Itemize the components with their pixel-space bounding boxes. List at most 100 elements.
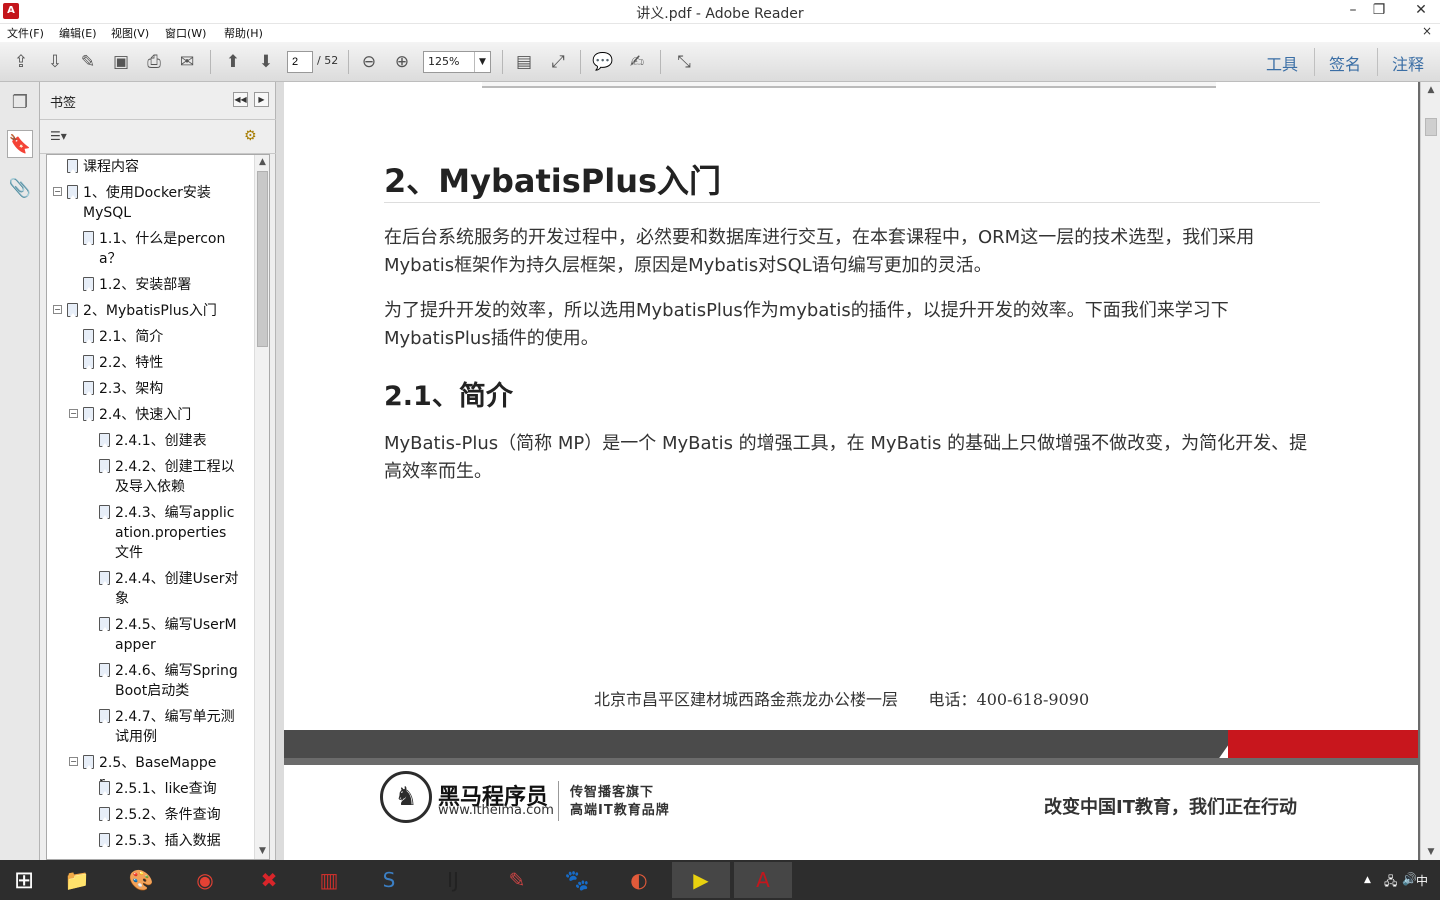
bookmark-item[interactable]: 1.2、安装部署 (69, 275, 247, 295)
sublime-icon[interactable]: S (360, 862, 418, 898)
zoom-out-icon[interactable]: ⊖ (356, 50, 382, 74)
bookmark-item[interactable]: 课程内容 (53, 157, 247, 177)
bookmark-label: 2.4.2、创建工程以及导入依赖 (115, 459, 235, 495)
bookmark-item[interactable]: 2.5.1、like查询 (85, 779, 247, 799)
bookmark-item[interactable]: 2.4.4、创建User对象 (85, 569, 247, 609)
fit-width-icon[interactable]: ⤢ (545, 50, 571, 74)
bookmark-item[interactable]: 2.4.7、编写单元测试用例 (85, 707, 247, 747)
page-down-icon[interactable]: ⬇ (253, 50, 279, 74)
menu-window[interactable]: 窗口(W) (165, 25, 206, 41)
bookmark-item[interactable]: 2.2、特性 (69, 353, 247, 373)
close-button[interactable]: ✕ (1402, 0, 1440, 22)
scroll-up-icon[interactable]: ▲ (255, 155, 269, 170)
swirl-app-icon[interactable]: ◐ (610, 862, 668, 898)
bookmark-item[interactable]: 2.4.6、编写SpringBoot启动类 (85, 661, 247, 701)
bookmark-settings-icon[interactable]: ⚙ (244, 128, 257, 144)
chrome-icon[interactable]: ◉ (176, 862, 234, 898)
bookmark-item[interactable]: 2.1、简介 (69, 327, 247, 347)
ime-indicator[interactable]: 中 (1416, 872, 1428, 889)
collapse-toggle-icon[interactable]: − (53, 187, 62, 196)
page-up-icon[interactable]: ⬆ (220, 50, 246, 74)
fullscreen-icon[interactable]: ⤡ (671, 50, 697, 74)
tools-link[interactable]: 工具 (1266, 51, 1298, 75)
page-header-edge (482, 82, 1216, 88)
bookmark-item[interactable]: 2.5.3、插入数据 (85, 831, 247, 851)
paint-icon[interactable]: 🎨 (112, 862, 170, 898)
scroll-down-icon[interactable]: ▼ (1421, 844, 1440, 860)
zoom-select[interactable]: 125% ▼ (423, 51, 491, 73)
scroll-thumb[interactable] (1425, 118, 1437, 136)
bookmark-label: 课程内容 (83, 159, 139, 175)
bookmark-item[interactable]: −2.5、BaseMapper (69, 753, 247, 791)
highlight-icon[interactable]: ✍ (624, 50, 650, 74)
options-menu-icon[interactable]: ☰▾ (50, 129, 67, 143)
tray-arrow-icon[interactable]: ▲ (1364, 875, 1371, 885)
create-pdf-icon[interactable]: ⇪ (8, 50, 34, 74)
chevron-down-icon[interactable]: ▼ (474, 52, 490, 72)
bookmarks-scrollbar[interactable]: ▲ ▼ (254, 155, 269, 859)
sign-link[interactable]: 签名 (1329, 51, 1361, 75)
bookmark-item[interactable]: 1.1、什么是percona？ (69, 229, 247, 269)
scroll-thumb[interactable] (257, 171, 268, 347)
bookmark-item[interactable]: 2.4.1、创建表 (85, 431, 247, 451)
bookmark-icon (99, 459, 110, 473)
collapse-panel-icon[interactable]: ◀◀ (233, 92, 248, 107)
notepad-icon[interactable]: ✎ (488, 862, 546, 898)
pane-splitter[interactable] (276, 82, 284, 860)
bookmark-label: 2.4.4、创建User对象 (115, 571, 239, 607)
bookmark-item[interactable]: 2.4.5、编写UserMapper (85, 615, 247, 655)
start-button[interactable]: ⊞ (0, 862, 48, 898)
bookmark-item[interactable]: − 2、MybatisPlus入门 (53, 301, 247, 321)
print-icon[interactable]: ⎙ (141, 50, 167, 74)
collapse-toggle-icon[interactable]: − (53, 305, 62, 314)
menu-edit[interactable]: 编辑(E) (59, 25, 97, 41)
bookmark-item[interactable]: 2.5.2、条件查询 (85, 805, 247, 825)
bookmark-item[interactable]: 2.4.2、创建工程以及导入依赖 (85, 457, 247, 497)
attachments-icon[interactable]: 📎 (7, 174, 33, 202)
email-icon[interactable]: ✉ (174, 50, 200, 74)
bookmark-item[interactable]: − 1、使用Docker安装MySQL (53, 183, 247, 223)
pawprint-icon[interactable]: 🐾 (548, 862, 606, 898)
comment-icon[interactable]: 💬 (590, 50, 616, 74)
menu-help[interactable]: 帮助(H) (224, 25, 263, 41)
media-player-icon[interactable]: ▶ (672, 862, 730, 898)
page-thumbnails-icon[interactable]: ❐ (7, 88, 33, 116)
comment-link[interactable]: 注释 (1392, 51, 1424, 75)
restore-button[interactable]: ❐ (1364, 0, 1394, 22)
fit-page-icon[interactable]: ▤ (511, 50, 537, 74)
bookmark-item[interactable]: 2.3、架构 (69, 379, 247, 399)
footer-phone: 电话：400-618-9090 (928, 690, 1090, 709)
bookmarks-icon[interactable]: 🔖 (7, 130, 33, 158)
bookmark-label: 1.1、什么是percona？ (99, 231, 226, 267)
page-number-input[interactable] (287, 51, 313, 73)
xmind-icon[interactable]: ✖ (240, 862, 298, 898)
winrar-icon[interactable]: ▥ (300, 862, 358, 898)
section-heading: 2、MybatisPlus入门 (384, 162, 722, 200)
menu-file[interactable]: 文件(F) (7, 25, 44, 41)
export-pdf-icon[interactable]: ⇩ (42, 50, 68, 74)
intellij-icon[interactable]: IJ (424, 862, 482, 898)
bookmark-label: 2.4、快速入门 (99, 407, 192, 423)
bookmarks-options-bar: ☰▾ ⚙ (40, 120, 276, 154)
volume-icon[interactable]: 🔊 (1402, 872, 1417, 886)
file-explorer-icon[interactable]: 📁 (48, 862, 106, 898)
close-panel-icon[interactable]: ▶ (254, 92, 269, 107)
collapse-toggle-icon[interactable]: − (69, 757, 78, 766)
paragraph: 为了提升开发的效率，所以选用MybatisPlus作为mybatis的插件，以提… (384, 300, 1229, 349)
collapse-toggle-icon[interactable]: − (69, 409, 78, 418)
bookmark-item[interactable]: 2.4.3、编写application.properties文件 (85, 503, 247, 563)
zoom-in-icon[interactable]: ⊕ (389, 50, 415, 74)
edit-icon[interactable]: ✎ (75, 50, 101, 74)
menu-view[interactable]: 视图(V) (111, 25, 149, 41)
save-icon[interactable]: ▣ (108, 50, 134, 74)
paragraph: 在后台系统服务的开发过程中，必然要和数据库进行交互，在本套课程中，ORM这一层的… (384, 227, 1255, 276)
window-title: 讲义.pdf - Adobe Reader (636, 6, 804, 22)
document-scrollbar[interactable]: ▲ ▼ (1420, 82, 1440, 860)
bookmark-item[interactable]: − 2.4、快速入门 (69, 405, 247, 425)
scroll-down-icon[interactable]: ▼ (255, 844, 269, 859)
close-document-icon[interactable]: × (1422, 24, 1432, 38)
acrobat-icon[interactable]: A (734, 862, 792, 898)
network-icon[interactable]: 🖧 (1384, 872, 1397, 893)
scroll-up-icon[interactable]: ▲ (1421, 82, 1440, 98)
pdf-page: 2、MybatisPlus入门 在后台系统服务的开发过程中，必然要和数据库进行交… (284, 82, 1418, 730)
